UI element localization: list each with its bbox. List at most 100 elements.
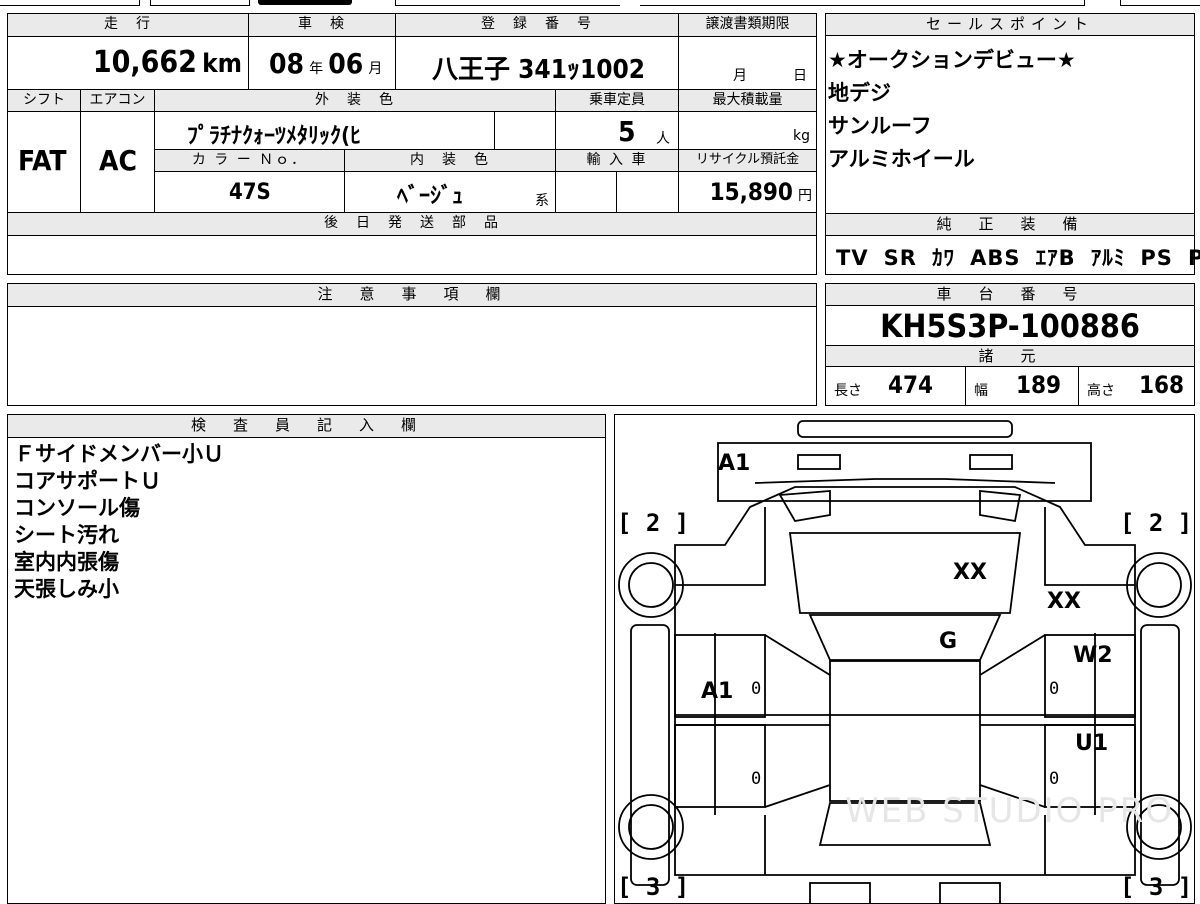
sales-points-header: セールスポイント bbox=[826, 14, 1194, 36]
registration-value: 八王子 341ｯ1002 bbox=[432, 55, 646, 85]
damage-mark-left-door: A1 bbox=[701, 679, 734, 704]
spec-width-value: 189 bbox=[1016, 371, 1062, 399]
equipment-item: PS bbox=[1140, 246, 1173, 270]
inspector-line: シート汚れ bbox=[14, 523, 119, 547]
shift-label: シフト bbox=[8, 90, 81, 112]
recycle-value: 15,890 bbox=[709, 178, 793, 206]
zero-mark-left-front: 0 bbox=[751, 679, 762, 699]
specs-header: 諸 元 bbox=[826, 345, 1194, 367]
mileage-value: 10,662 bbox=[92, 45, 197, 80]
equipment-item: PW bbox=[1187, 246, 1200, 270]
notes-panel: 注 意 事 項 欄 bbox=[7, 283, 817, 406]
ac-cell: AC bbox=[81, 112, 155, 213]
car-diagram-panel: A1 XX XX G A1 W2 U1 0 0 0 0 [ 2 ] [ 2 ] … bbox=[614, 414, 1195, 904]
equipment-panel: 純 正 装 備 TV SR ｶﾜ ABS ｴｱB ｱﾙﾐ PS PW bbox=[825, 213, 1200, 275]
max-load-cell: kg bbox=[679, 112, 816, 150]
mileage-label: 走 行 bbox=[8, 14, 249, 37]
mileage-unit: km bbox=[202, 49, 242, 79]
color-no-label: カ ラ ー Ｎｏ． bbox=[155, 150, 345, 172]
damage-mark-hood: XX bbox=[953, 560, 987, 585]
tire-depth-front-left: [ 2 ] bbox=[617, 509, 690, 537]
damage-mark-right-front-door: W2 bbox=[1073, 643, 1113, 668]
inspector-line: コンソール傷 bbox=[14, 496, 140, 520]
spec-length-label: 長さ bbox=[834, 383, 862, 399]
inspection-year: 08 bbox=[269, 47, 305, 80]
chassis-number: KH5S3P-100886 bbox=[880, 307, 1140, 345]
inspector-line: コアサポートＵ bbox=[14, 469, 161, 493]
recycle-cell: 15,890 円 bbox=[679, 172, 816, 213]
transfer-deadline-cell: 月 日 bbox=[679, 37, 816, 90]
vehicle-info-table: 走 行 車 検 登 録 番 号 譲渡書類期限 10,662 km 08 年 06… bbox=[7, 13, 817, 275]
exterior-color-cell: ﾌﾟﾗﾁﾅｸｫｰﾂﾒﾀﾘｯｸ(ﾋ bbox=[155, 112, 495, 150]
inspection-year-unit: 年 bbox=[309, 61, 324, 77]
tire-depth-rear-left: [ 3 ] bbox=[617, 873, 690, 901]
transfer-deadline-label: 譲渡書類期限 bbox=[679, 14, 816, 37]
inspector-line: 室内内張傷 bbox=[14, 550, 119, 574]
equipment-item: SR bbox=[883, 246, 917, 270]
transfer-month-unit: 月 bbox=[733, 68, 747, 84]
capacity-label: 乗車定員 bbox=[556, 90, 679, 112]
damage-mark-right-rear-door: U1 bbox=[1075, 731, 1109, 756]
max-load-unit: kg bbox=[793, 128, 810, 144]
sales-point-item: アルミホイール bbox=[828, 147, 975, 171]
import-label: 輸 入 車 bbox=[556, 150, 679, 172]
damage-mark-windshield: G bbox=[939, 629, 958, 654]
equipment-item: TV bbox=[836, 246, 869, 270]
later-parts-label: 後 日 発 送 部 品 bbox=[8, 213, 816, 236]
spec-height-label: 高さ bbox=[1087, 383, 1115, 399]
equipment-header: 純 正 装 備 bbox=[826, 214, 1194, 236]
spec-height-cell: 高さ 168 bbox=[1079, 367, 1194, 405]
later-parts-cell bbox=[8, 236, 816, 274]
zero-mark-right-rear: 0 bbox=[1049, 769, 1060, 789]
inspector-panel: 検 査 員 記 入 欄 Ｆサイドメンバー小Ｕ コアサポートＵ コンソール傷 シー… bbox=[7, 414, 606, 904]
exterior-color-extra-cell bbox=[495, 112, 556, 150]
mileage-cell: 10,662 km bbox=[8, 37, 249, 90]
damage-mark-front: A1 bbox=[718, 451, 751, 476]
sales-points-panel: セールスポイント ★オークションデビュー★ 地デジ サンルーフ アルミホイール bbox=[825, 13, 1195, 214]
inspection-label: 車 検 bbox=[249, 14, 396, 37]
inspection-month-unit: 月 bbox=[368, 61, 383, 77]
watermark-text: WEB STUDIO PRO bbox=[845, 791, 1175, 831]
chassis-header: 車 台 番 号 bbox=[826, 284, 1194, 306]
zero-mark-left-rear: 0 bbox=[751, 769, 762, 789]
max-load-label: 最大積載量 bbox=[679, 90, 816, 112]
equipment-item: ｶﾜ bbox=[932, 246, 956, 270]
shift-cell: FAT bbox=[8, 112, 81, 213]
interior-color-suffix: 系 bbox=[535, 193, 549, 209]
interior-color-label: 内 装 色 bbox=[345, 150, 556, 172]
interior-color-cell: ﾍﾞｰｼﾞｭ 系 bbox=[345, 172, 556, 213]
tire-depth-front-right: [ 2 ] bbox=[1120, 509, 1193, 537]
recycle-label: リサイクル預託金 bbox=[679, 150, 816, 172]
capacity-value: 5 bbox=[618, 115, 636, 148]
transfer-day-unit: 日 bbox=[793, 68, 807, 84]
sales-point-item: ★オークションデビュー★ bbox=[828, 48, 1076, 72]
inspector-line: 天張しみ小 bbox=[14, 577, 119, 601]
color-no-cell: 47S bbox=[155, 172, 345, 213]
damage-mark-right-fender: XX bbox=[1047, 589, 1081, 614]
sales-point-item: サンルーフ bbox=[828, 114, 932, 138]
spec-width-cell: 幅 189 bbox=[966, 367, 1079, 405]
tire-depth-rear-right: [ 3 ] bbox=[1120, 873, 1193, 901]
recycle-unit: 円 bbox=[798, 188, 812, 204]
inspection-month: 06 bbox=[328, 47, 364, 80]
capacity-unit: 人 bbox=[656, 131, 670, 147]
capacity-cell: 5 人 bbox=[556, 112, 679, 150]
spec-height-value: 168 bbox=[1139, 371, 1185, 399]
spec-length-cell: 長さ 474 bbox=[826, 367, 966, 405]
color-no-value: 47S bbox=[229, 180, 271, 205]
exterior-color-label: 外 装 色 bbox=[155, 90, 556, 112]
zero-mark-right-front: 0 bbox=[1049, 679, 1060, 699]
sales-points-list: ★オークションデビュー★ 地デジ サンルーフ アルミホイール bbox=[828, 44, 1076, 176]
equipment-item: ｱﾙﾐ bbox=[1090, 246, 1126, 270]
import-cell-b bbox=[617, 172, 679, 213]
ac-label: エアコン bbox=[81, 90, 155, 112]
spec-length-value: 474 bbox=[888, 371, 934, 399]
equipment-item: ｴｱB bbox=[1035, 246, 1076, 270]
interior-color-value: ﾍﾞｰｼﾞｭ bbox=[397, 184, 464, 209]
inspector-header: 検 査 員 記 入 欄 bbox=[8, 415, 605, 438]
top-remnant-strip bbox=[0, 0, 1200, 7]
notes-header: 注 意 事 項 欄 bbox=[8, 284, 816, 307]
chassis-panel: 車 台 番 号 KH5S3P-100886 諸 元 長さ 474 幅 189 高… bbox=[825, 283, 1195, 406]
sales-point-item: 地デジ bbox=[828, 81, 891, 105]
exterior-color-value: ﾌﾟﾗﾁﾅｸｫｰﾂﾒﾀﾘｯｸ(ﾋ bbox=[187, 124, 362, 149]
